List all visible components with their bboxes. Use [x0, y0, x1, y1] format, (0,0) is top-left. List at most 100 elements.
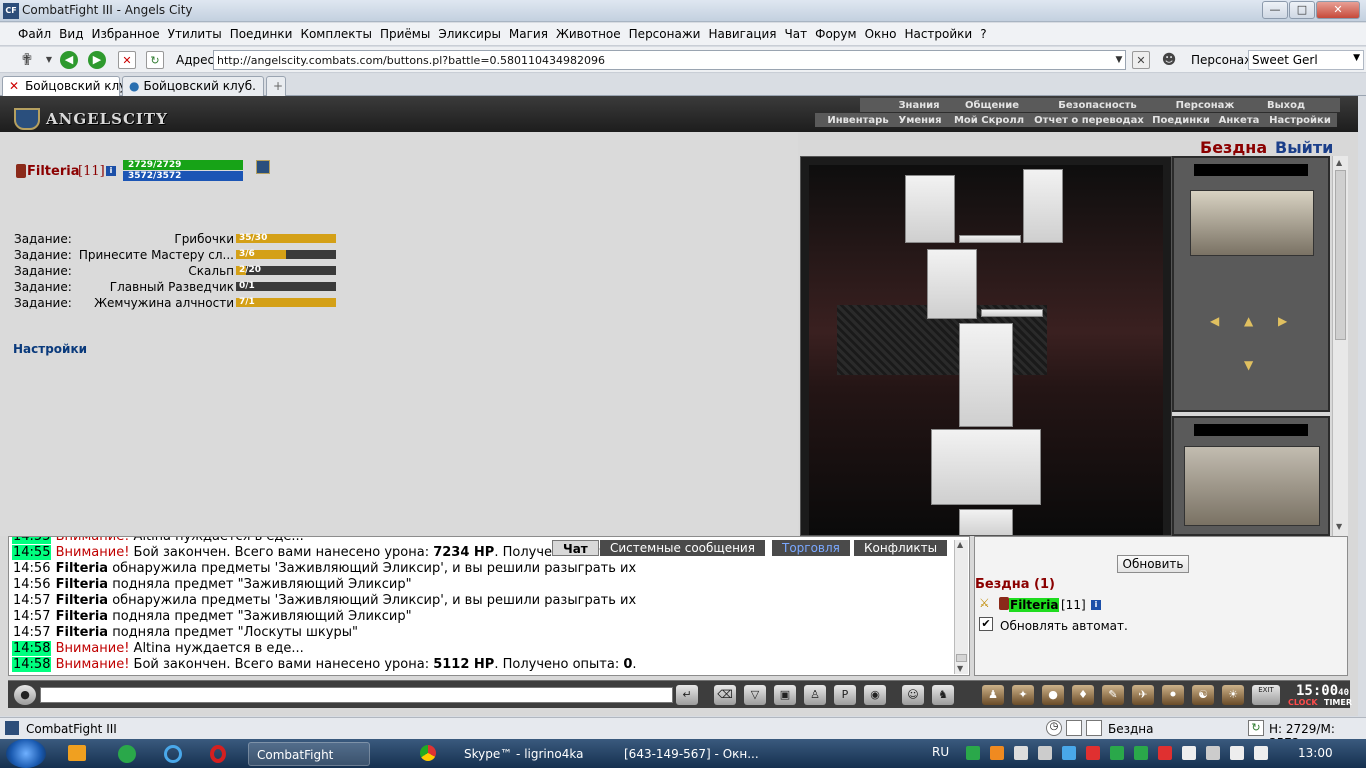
scroll-thumb[interactable] — [1335, 170, 1346, 340]
menu-settings[interactable]: Настройки — [900, 27, 976, 41]
chat-timestamp[interactable]: 14:55 — [12, 545, 52, 560]
info-icon[interactable]: i — [106, 166, 116, 176]
ie-icon[interactable] — [164, 745, 182, 763]
subnav-inventory[interactable]: Инвентарь — [824, 115, 892, 127]
menu-chat[interactable]: Чат — [781, 27, 812, 41]
send-icon[interactable]: ↵ — [676, 685, 698, 705]
clear-icon[interactable]: ✕ — [1132, 51, 1150, 69]
maximize-button[interactable]: □ — [1289, 1, 1315, 19]
chrome-icon[interactable] — [420, 745, 436, 761]
close-button[interactable]: ✕ — [1316, 1, 1360, 19]
member-name[interactable]: Filteria — [1009, 598, 1060, 612]
nav-security[interactable]: Безопасность — [1030, 100, 1165, 112]
chevron-down-icon[interactable]: ▼ — [40, 51, 58, 69]
group-icon[interactable]: ♞ — [932, 685, 954, 705]
menu-techniques[interactable]: Приёмы — [376, 27, 434, 41]
task-combatfight[interactable]: CombatFight — [248, 742, 370, 766]
chat-input[interactable] — [40, 687, 673, 703]
tray-icon[interactable] — [1134, 746, 1148, 760]
subnav-settings[interactable]: Настройки — [1268, 115, 1332, 127]
subnav-skills[interactable]: Умения — [896, 115, 944, 127]
chat-timestamp[interactable]: 14:55 — [12, 537, 52, 544]
tab-chat[interactable]: Чат — [552, 540, 599, 556]
menu-fights[interactable]: Поединки — [226, 27, 297, 41]
refresh-button[interactable]: Обновить — [1117, 555, 1189, 573]
tray-icon[interactable] — [1158, 746, 1172, 760]
menu-navigation[interactable]: Навигация — [704, 27, 780, 41]
menu-sets[interactable]: Комплекты — [296, 27, 376, 41]
tab-conflicts[interactable]: Конфликты — [854, 540, 948, 556]
character-select[interactable]: Sweet Gerl ▼ — [1248, 50, 1364, 70]
drop-icon[interactable]: ⚫ — [1162, 685, 1184, 705]
task-window[interactable]: [643-149-567] - Окн... — [616, 742, 766, 766]
chat-scrollbar[interactable]: ▲ ▼ — [954, 540, 968, 674]
eraser-icon[interactable]: ⌫ — [714, 685, 736, 705]
close-icon[interactable]: ✕ — [9, 79, 19, 93]
scroll-up-icon[interactable]: ▲ — [1336, 158, 1342, 167]
chat-timestamp[interactable]: 14:56 — [12, 561, 51, 576]
chat-timestamp[interactable]: 14:57 — [12, 593, 51, 608]
smile-icon[interactable]: ● — [14, 685, 36, 705]
menu-help[interactable]: ? — [976, 27, 990, 41]
settings-link[interactable]: Настройки — [13, 342, 87, 356]
scroll-down-icon[interactable]: ▼ — [1336, 522, 1342, 531]
network-icon[interactable] — [1230, 746, 1244, 760]
speed-icon[interactable]: ◉ — [864, 685, 886, 705]
volume-icon[interactable] — [1254, 746, 1268, 760]
bottle-icon[interactable]: ● — [1042, 685, 1064, 705]
hero-icon[interactable]: ♟ — [982, 685, 1004, 705]
tray-icon[interactable] — [990, 746, 1004, 760]
utorrent-icon[interactable] — [118, 745, 136, 763]
new-tab-button[interactable]: + — [266, 76, 286, 96]
tray-icon[interactable] — [1110, 746, 1124, 760]
tray-icon[interactable] — [1206, 746, 1220, 760]
fight-icon[interactable]: ⚔ — [979, 596, 990, 610]
tab-system-messages[interactable]: Системные сообщения — [600, 540, 765, 556]
subnav-fights[interactable]: Поединки — [1150, 115, 1212, 127]
address-dropdown-icon[interactable]: ▼ — [1112, 50, 1126, 70]
menu-window[interactable]: Окно — [861, 27, 901, 41]
image-icon[interactable] — [1086, 720, 1102, 736]
chat-timestamp[interactable]: 14:58 — [12, 657, 52, 672]
refresh-icon[interactable]: ↻ — [146, 51, 164, 69]
arrow-right-icon[interactable]: ▶ — [1278, 314, 1292, 328]
magic-icon[interactable]: ✦ — [1012, 685, 1034, 705]
panel-icon[interactable] — [1066, 720, 1082, 736]
subnav-transfer-report[interactable]: Отчет о переводах — [1032, 115, 1146, 127]
arrow-up-icon[interactable]: ▲ — [1244, 314, 1258, 328]
filter-icon[interactable]: ▽ — [744, 685, 766, 705]
menu-forum[interactable]: Форум — [811, 27, 860, 41]
menu-favorites[interactable]: Избранное — [87, 27, 163, 41]
tab-fight-club-2[interactable]: ●Бойцовский клуб. ✕ — [122, 76, 276, 96]
nav-communication[interactable]: Общение — [958, 100, 1026, 112]
chat-timestamp[interactable]: 14:57 — [12, 625, 51, 640]
tray-icon[interactable] — [1038, 746, 1052, 760]
scroll-thumb[interactable] — [956, 654, 967, 662]
menu-pet[interactable]: Животное — [552, 27, 625, 41]
pin-icon[interactable]: ✟ — [18, 51, 36, 69]
back-icon[interactable]: ◀ — [60, 51, 78, 69]
menu-elixirs[interactable]: Эликсиры — [434, 27, 505, 41]
arrow-down-icon[interactable]: ▼ — [1244, 358, 1258, 372]
exit-link[interactable]: Выйти — [1275, 138, 1333, 157]
subnav-my-scroll[interactable]: Мой Скролл — [950, 115, 1028, 127]
opera-icon[interactable] — [210, 745, 226, 763]
nav-exit[interactable]: Выход — [1248, 100, 1324, 112]
task-skype[interactable]: Skype™ - ligrino4ka — [456, 742, 606, 766]
menu-file[interactable]: Файл — [14, 27, 55, 41]
info-icon[interactable]: i — [1091, 600, 1101, 610]
tray-icon[interactable] — [1086, 746, 1100, 760]
forward-icon[interactable]: ▶ — [88, 51, 106, 69]
arrow-left-icon[interactable]: ◀ — [1210, 314, 1224, 328]
menu-utilities[interactable]: Утилиты — [164, 27, 226, 41]
media-player-icon[interactable] — [68, 745, 86, 761]
subnav-profile[interactable]: Анкета — [1214, 115, 1264, 127]
paw-icon[interactable]: ☀ — [1222, 685, 1244, 705]
signal-icon[interactable] — [1182, 746, 1196, 760]
stop-icon[interactable]: ✕ — [118, 51, 136, 69]
scroll-down-icon[interactable]: ▼ — [957, 664, 963, 673]
save-icon[interactable]: ▣ — [774, 685, 796, 705]
start-button[interactable] — [6, 739, 46, 768]
tray-icon[interactable] — [966, 746, 980, 760]
chat-timestamp[interactable]: 14:57 — [12, 609, 51, 624]
